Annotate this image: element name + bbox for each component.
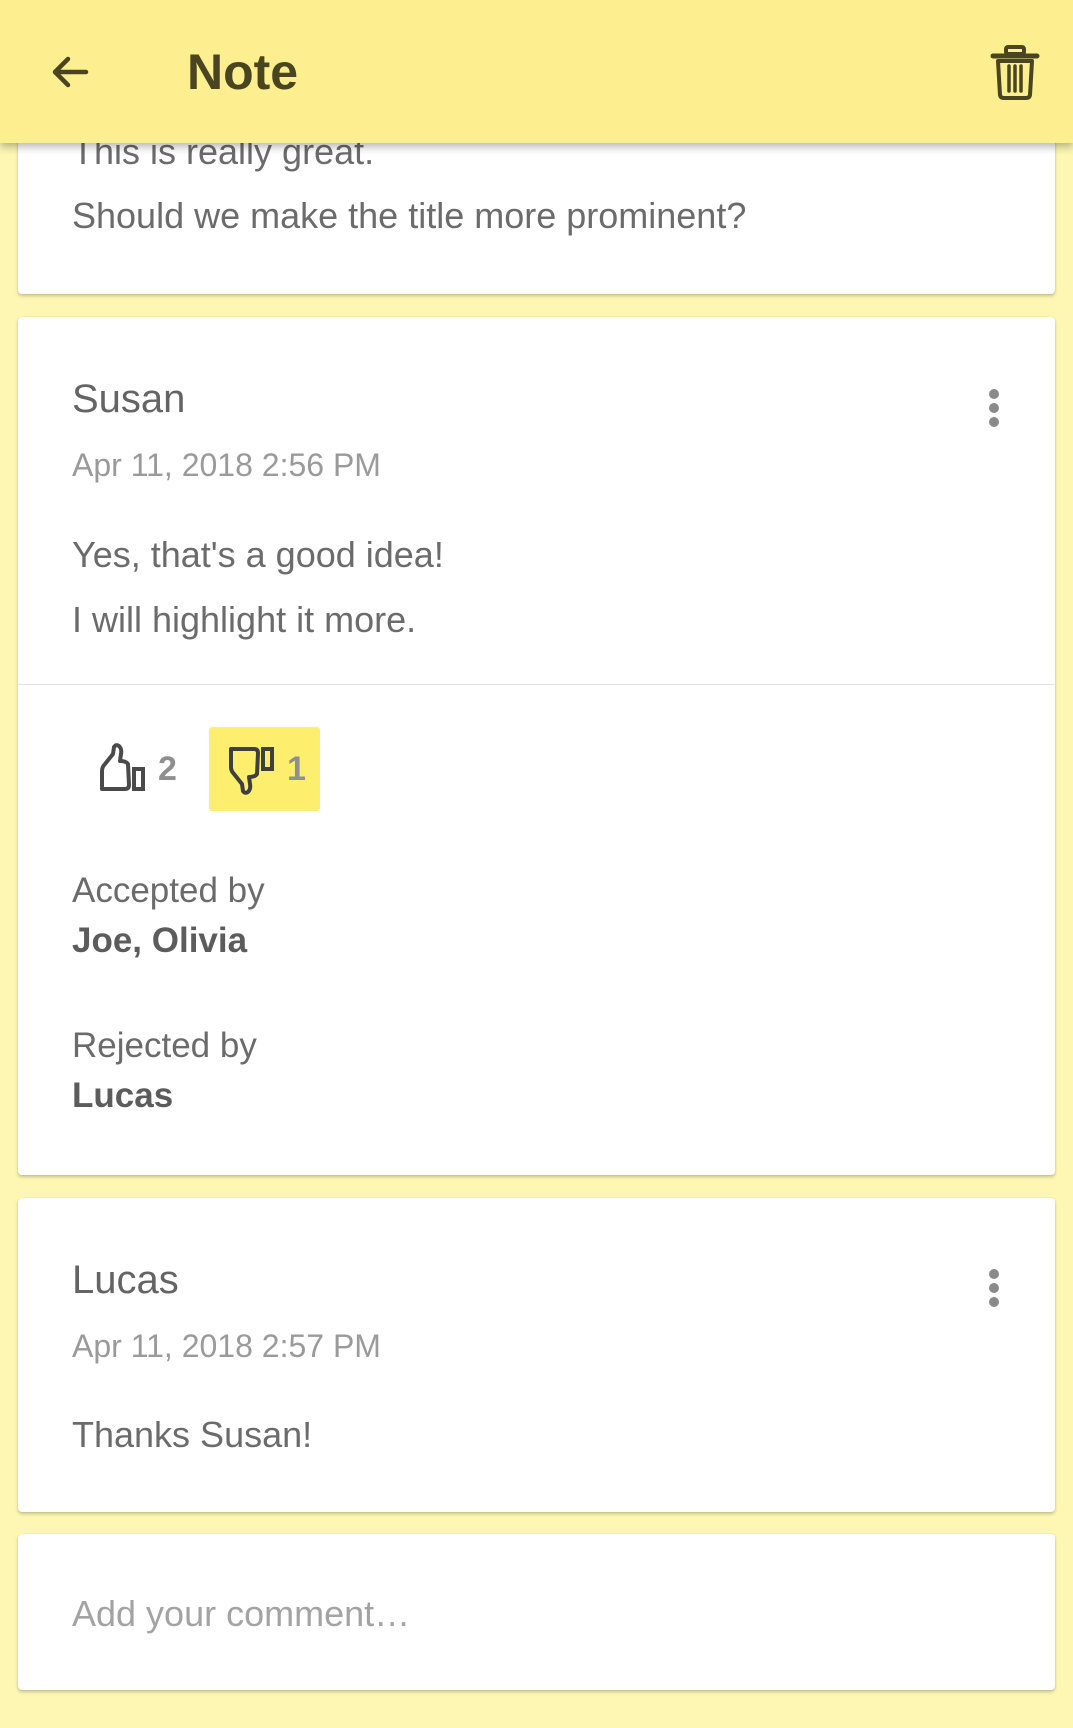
page-title: Note: [187, 44, 299, 100]
more-options-button[interactable]: [953, 367, 1035, 449]
comment-input[interactable]: [72, 1574, 972, 1654]
arrow-left-icon: [52, 56, 89, 88]
comment-timestamp: Apr 11, 2018 2:57 PM: [72, 1328, 381, 1364]
divider: [18, 684, 1055, 685]
rejected-names: Lucas: [72, 1076, 174, 1115]
dislike-button[interactable]: 1: [209, 727, 320, 811]
delete-button[interactable]: [975, 28, 1055, 116]
more-options-button[interactable]: [953, 1247, 1035, 1329]
comment-line: Thanks Susan!: [72, 1414, 313, 1455]
like-button[interactable]: 2: [86, 727, 185, 811]
comment-line: Yes, that's a good idea!: [72, 534, 444, 575]
accepted-names: Joe, Olivia: [72, 921, 248, 960]
more-vert-icon: [989, 1269, 999, 1307]
comment-author: Susan: [72, 377, 186, 421]
rejected-label: Rejected by: [72, 1026, 257, 1065]
dislike-count: 1: [287, 749, 306, 788]
comment-card: Susan Apr 11, 2018 2:56 PM Yes, that's a…: [18, 317, 1055, 1175]
trash-icon: [990, 45, 1040, 100]
accepted-label: Accepted by: [72, 871, 265, 910]
back-button[interactable]: [30, 28, 110, 116]
comment-card: Lucas Apr 11, 2018 2:57 PM Thanks Susan!: [18, 1198, 1055, 1512]
comment-timestamp: Apr 11, 2018 2:56 PM: [72, 447, 381, 483]
note-line: Should we make the title more prominent?: [72, 195, 747, 236]
thumbs-down-icon: [229, 747, 274, 795]
compose-card: [18, 1534, 1055, 1690]
comment-author: Lucas: [72, 1258, 179, 1302]
more-vert-icon: [989, 389, 999, 427]
app-bar: Note: [0, 0, 1073, 143]
comment-line: I will highlight it more.: [72, 599, 417, 640]
like-count: 2: [158, 749, 177, 788]
thumbs-up-icon: [100, 743, 145, 791]
